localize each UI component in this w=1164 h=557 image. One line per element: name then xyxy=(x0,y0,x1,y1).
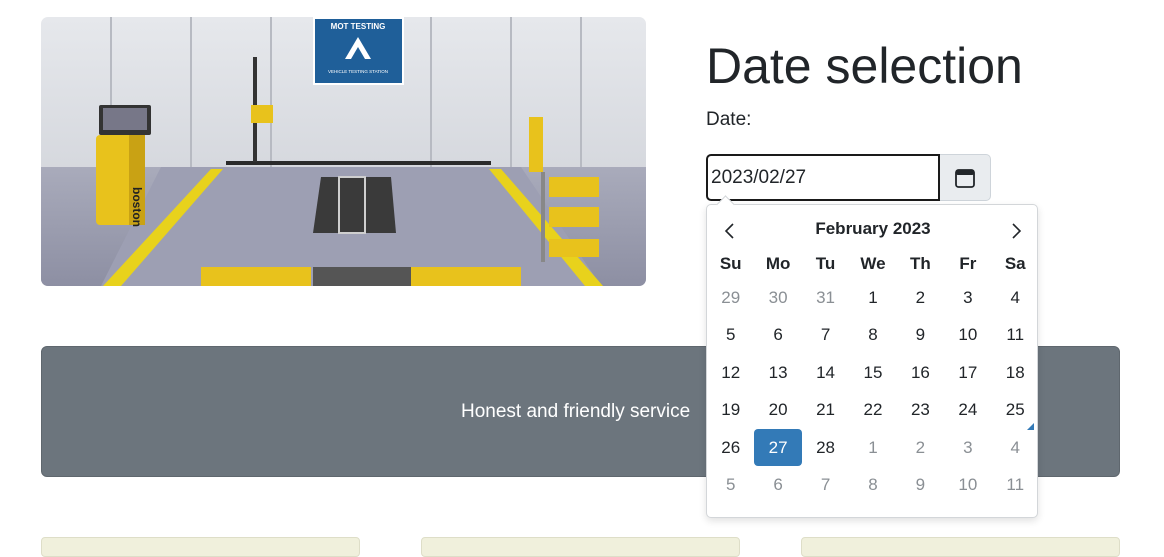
calendar-day[interactable]: 4 xyxy=(992,429,1039,466)
page-title: Date selection xyxy=(706,38,1023,94)
today-marker xyxy=(1027,423,1034,430)
calendar-day[interactable]: 18 xyxy=(992,354,1039,391)
card-2 xyxy=(421,537,740,557)
calendar-day[interactable]: 11 xyxy=(992,467,1039,504)
calendar-day[interactable]: 17 xyxy=(944,354,991,391)
calendar-day[interactable]: 8 xyxy=(849,317,896,354)
calendar-day[interactable]: 30 xyxy=(754,279,801,316)
weekday-label: Tu xyxy=(815,254,836,273)
calendar-button[interactable] xyxy=(940,154,991,201)
calendar-day[interactable]: 10 xyxy=(944,467,991,504)
calendar-day[interactable]: 7 xyxy=(802,467,849,504)
weekday-label: Sa xyxy=(1004,254,1026,273)
weekday-label: Mo xyxy=(765,254,791,273)
calendar-day[interactable]: 16 xyxy=(897,354,944,391)
calendar-day[interactable]: 2 xyxy=(897,429,944,466)
sign-subtitle: VEHICLE TESTING STATION xyxy=(328,69,388,74)
calendar-day[interactable]: 5 xyxy=(707,317,754,354)
weekday-label: Th xyxy=(910,254,931,273)
calendar-day[interactable]: 13 xyxy=(754,354,801,391)
weekday-label: Su xyxy=(719,254,742,273)
calendar-day[interactable]: 12 xyxy=(707,354,754,391)
calendar-day[interactable]: 9 xyxy=(897,467,944,504)
weekday-header-row: Su Mo Tu We Th Fr Sa xyxy=(707,249,1039,279)
calendar-day[interactable]: 6 xyxy=(754,317,801,354)
calendar-day[interactable]: 22 xyxy=(849,392,896,429)
calendar-day[interactable]: 4 xyxy=(992,279,1039,316)
calendar-day[interactable]: 29 xyxy=(707,279,754,316)
calendar-day[interactable]: 26 xyxy=(707,429,754,466)
calendar-day[interactable]: 14 xyxy=(802,354,849,391)
calendar-grid: Su Mo Tu We Th Fr Sa 29 30 31 1 2 3 4 5 6 7 8 9 10 11 12 13 14 1… xyxy=(707,249,1039,504)
calendar-day[interactable]: 8 xyxy=(849,467,896,504)
brand-text: boston xyxy=(130,187,144,227)
week-row: 19 20 21 22 23 24 25 xyxy=(707,392,1039,430)
banner-text: Honest and friendly service xyxy=(461,401,691,422)
datepicker-popup: February 2023 Su Mo Tu We Th Fr Sa 29 30 31 1 2 3 4 5 6… xyxy=(706,195,1039,518)
week-row: 5 6 7 8 9 10 11 xyxy=(707,467,1039,505)
calendar-day[interactable]: 19 xyxy=(707,392,754,429)
next-month-button[interactable] xyxy=(1001,217,1031,245)
sign-title: MOT TESTING xyxy=(331,22,386,31)
calendar-day[interactable]: 15 xyxy=(849,354,896,391)
calendar-day[interactable]: 23 xyxy=(897,392,944,429)
calendar-day[interactable]: 1 xyxy=(849,279,896,316)
calendar-day[interactable]: 10 xyxy=(944,317,991,354)
selected-day[interactable]: 27 xyxy=(754,429,802,467)
week-row: 26 27 28 1 2 3 4 xyxy=(707,429,1039,467)
calendar-day[interactable]: 1 xyxy=(849,429,896,466)
card-1 xyxy=(41,537,360,557)
card-3 xyxy=(801,537,1120,557)
calendar-day[interactable]: 21 xyxy=(802,392,849,429)
calendar-day[interactable]: 24 xyxy=(944,392,991,429)
calendar-day[interactable]: 9 xyxy=(897,317,944,354)
date-input-group xyxy=(706,154,991,201)
week-row: 29 30 31 1 2 3 4 xyxy=(707,279,1039,317)
calendar-day[interactable]: 28 xyxy=(802,429,849,466)
calendar-day[interactable]: 7 xyxy=(802,317,849,354)
weekday-label: We xyxy=(860,254,886,273)
calendar-day[interactable]: 31 xyxy=(802,279,849,316)
calendar-day[interactable]: 20 xyxy=(754,392,801,429)
date-input[interactable] xyxy=(706,154,940,201)
calendar-day[interactable]: 3 xyxy=(944,279,991,316)
week-row: 12 13 14 15 16 17 18 xyxy=(707,354,1039,392)
calendar-icon xyxy=(955,168,975,188)
month-title[interactable]: February 2023 xyxy=(707,219,1039,239)
calendar-day[interactable]: 2 xyxy=(897,279,944,316)
weekday-label: Fr xyxy=(959,254,977,273)
calendar-day[interactable]: 11 xyxy=(992,317,1039,354)
calendar-day[interactable]: 3 xyxy=(944,429,991,466)
hero-image: MOT TESTING VEHICLE TESTING STATION bost… xyxy=(41,17,646,286)
date-label: Date: xyxy=(706,109,752,130)
calendar-day[interactable]: 5 xyxy=(707,467,754,504)
week-row: 5 6 7 8 9 10 11 xyxy=(707,317,1039,355)
calendar-day[interactable]: 6 xyxy=(754,467,801,504)
chevron-right-icon xyxy=(1012,223,1022,239)
